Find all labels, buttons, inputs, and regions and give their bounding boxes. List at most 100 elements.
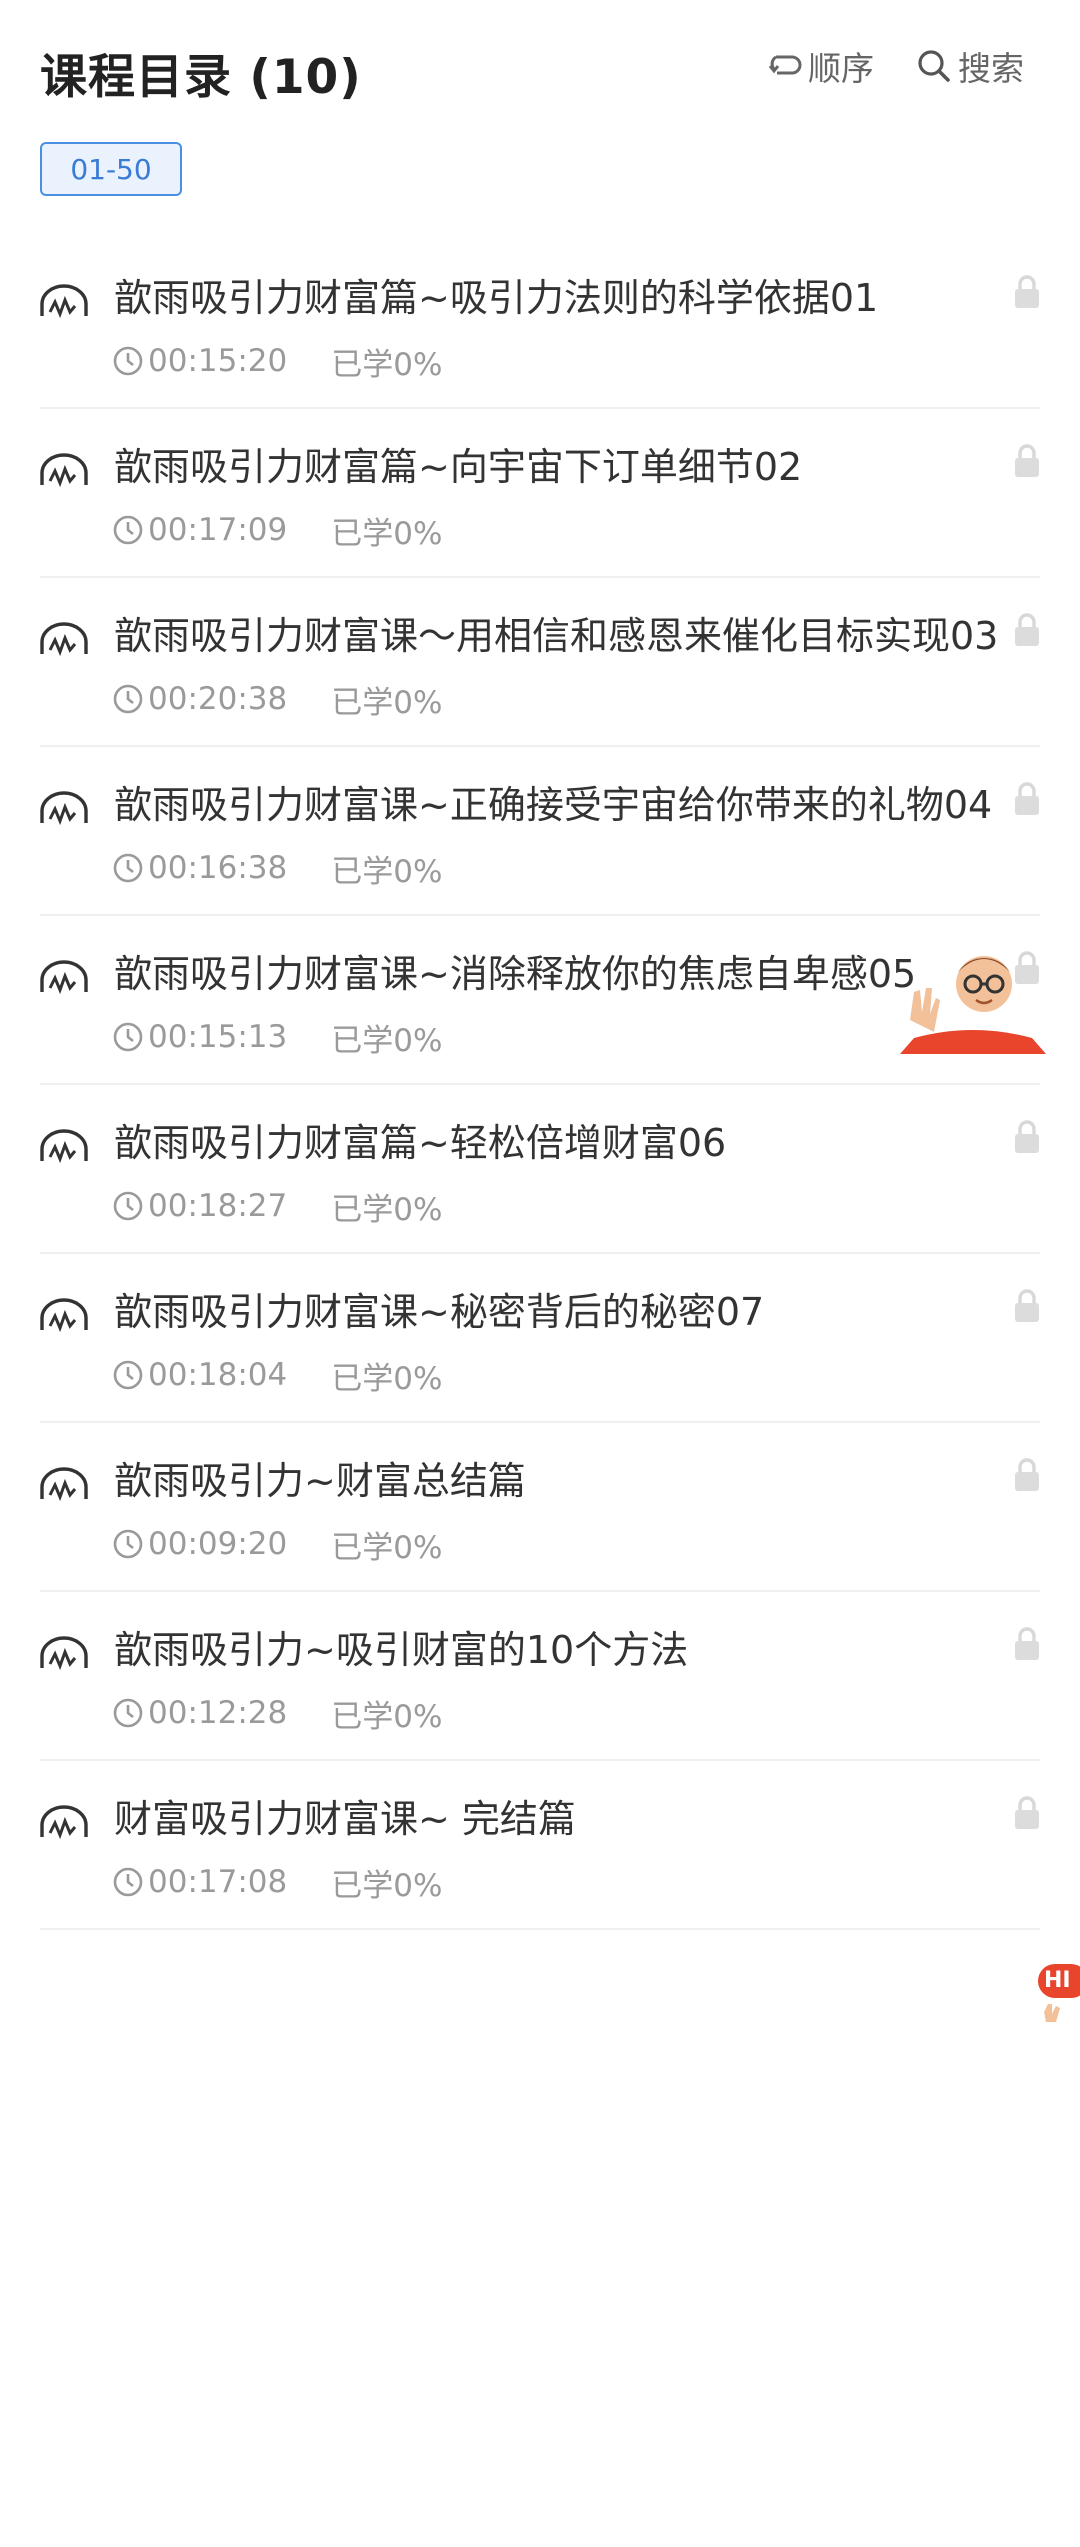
lesson-title: 财富吸引力财富课~ 完结篇: [114, 1797, 576, 1841]
lesson-item[interactable]: 歆雨吸引力财富篇~向宇宙下订单细节02 00:17:09 已学0%: [0, 409, 1080, 578]
lesson-title-row: 歆雨吸引力财富篇~吸引力法则的科学依据01: [0, 270, 1080, 327]
lesson-title-row: 歆雨吸引力财富篇~轻松倍增财富06: [0, 1115, 1080, 1172]
clock-icon: [113, 346, 143, 376]
clock-icon: [113, 1191, 143, 1221]
lesson-progress: 已学0%: [331, 1867, 443, 1904]
clock-icon: [113, 1867, 143, 1897]
lesson-item[interactable]: 歆雨吸引力财富课～用相信和感恩来催化目标实现03 00:20:38 已学0%: [0, 578, 1080, 747]
lesson-title: 歆雨吸引力~吸引财富的10个方法: [114, 1628, 689, 1672]
lesson-title-row: 财富吸引力财富课~ 完结篇: [0, 1791, 1080, 1848]
hi-badge[interactable]: HI: [1034, 1960, 1080, 2030]
hi-text: HI: [1044, 1968, 1071, 1993]
lesson-item[interactable]: 歆雨吸引力财富篇~轻松倍增财富06 00:18:27 已学0%: [0, 1085, 1080, 1254]
headphones-icon: [40, 453, 88, 488]
lesson-progress: 已学0%: [331, 515, 443, 552]
lesson-title-row: 歆雨吸引力~吸引财富的10个方法: [0, 1622, 1080, 1679]
lock-icon: [1015, 1289, 1039, 1322]
lesson-duration: 00:15:13: [148, 1019, 288, 1055]
lesson-duration: 00:18:04: [148, 1357, 288, 1393]
lock-icon: [1015, 1120, 1039, 1153]
lesson-item[interactable]: 歆雨吸引力财富课~秘密背后的秘密07 00:18:04 已学0%: [0, 1254, 1080, 1423]
lesson-progress: 已学0%: [331, 853, 443, 890]
order-label: 顺序: [808, 49, 874, 88]
headphones-icon: [40, 284, 88, 319]
lesson-progress: 已学0%: [331, 1698, 443, 1735]
headphones-icon: [40, 1636, 88, 1671]
lesson-duration: 00:12:28: [148, 1695, 288, 1731]
lesson-title: 歆雨吸引力财富课～用相信和感恩来催化目标实现03: [114, 614, 999, 658]
headphones-icon: [40, 622, 88, 657]
divider: [40, 1928, 1040, 1930]
lesson-item[interactable]: 财富吸引力财富课~ 完结篇 00:17:08 已学0%: [0, 1761, 1080, 1930]
search-icon: [918, 50, 950, 82]
headphones-icon: [40, 960, 88, 995]
lesson-progress: 已学0%: [331, 346, 443, 383]
refresh-icon: [768, 55, 802, 75]
lesson-title: 歆雨吸引力财富课~正确接受宇宙给你带来的礼物04: [114, 783, 993, 827]
headphones-icon: [40, 1129, 88, 1164]
lesson-item[interactable]: 歆雨吸引力财富篇~吸引力法则的科学依据01 00:15:20 已学0%: [0, 240, 1080, 409]
lesson-meta: 00:18:27 已学0%: [112, 1184, 1080, 1228]
lock-icon: [1015, 1458, 1039, 1491]
lesson-meta: 00:09:20 已学0%: [112, 1522, 1080, 1566]
clock-icon: [113, 515, 143, 545]
lock-icon: [1015, 613, 1039, 646]
lock-icon: [1015, 1796, 1039, 1829]
lesson-duration: 00:16:38: [148, 850, 288, 886]
clock-icon: [113, 1360, 143, 1390]
waving-avatar-icon: [900, 956, 1046, 1054]
lock-icon: [1015, 444, 1039, 477]
clock-icon: [113, 1698, 143, 1728]
lock-icon: [1015, 782, 1039, 815]
header: 课程目录 (10) 顺序 搜索: [0, 0, 1080, 140]
lesson-meta: 00:15:20 已学0%: [112, 339, 1080, 383]
lesson-progress: 已学0%: [331, 684, 443, 721]
lesson-duration: 00:17:08: [148, 1864, 288, 1900]
lesson-progress: 已学0%: [331, 1022, 443, 1059]
lesson-meta: 00:12:28 已学0%: [112, 1691, 1080, 1735]
lesson-title-row: 歆雨吸引力~财富总结篇: [0, 1453, 1080, 1510]
lesson-duration: 00:15:20: [148, 343, 288, 379]
lesson-duration: 00:18:27: [148, 1188, 288, 1224]
lesson-item[interactable]: 歆雨吸引力~财富总结篇 00:09:20 已学0%: [0, 1423, 1080, 1592]
lesson-title: 歆雨吸引力财富篇~轻松倍增财富06: [114, 1121, 727, 1165]
lesson-title-row: 歆雨吸引力财富课～用相信和感恩来催化目标实现03: [0, 608, 1080, 665]
lesson-title: 歆雨吸引力财富篇~向宇宙下订单细节02: [114, 445, 803, 489]
lesson-title-row: 歆雨吸引力财富课~正确接受宇宙给你带来的礼物04: [0, 777, 1080, 834]
headphones-icon: [40, 1298, 88, 1333]
clock-icon: [113, 1529, 143, 1559]
lesson-progress: 已学0%: [331, 1360, 443, 1397]
lesson-title: 歆雨吸引力财富课~秘密背后的秘密07: [114, 1290, 765, 1334]
range-tab-01-50[interactable]: 01-50: [40, 142, 182, 196]
lesson-meta: 00:17:09 已学0%: [112, 508, 1080, 552]
lesson-progress: 已学0%: [331, 1191, 443, 1228]
clock-icon: [113, 853, 143, 883]
lesson-progress: 已学0%: [331, 1529, 443, 1566]
lock-icon: [1015, 1627, 1039, 1660]
headphones-icon: [40, 1467, 88, 1502]
lesson-item[interactable]: 歆雨吸引力财富课~正确接受宇宙给你带来的礼物04 00:16:38 已学0%: [0, 747, 1080, 916]
search-label: 搜索: [958, 49, 1024, 88]
clock-icon: [113, 1022, 143, 1052]
lesson-title-row: 歆雨吸引力财富篇~向宇宙下订单细节02: [0, 439, 1080, 496]
lesson-meta: 00:20:38 已学0%: [112, 677, 1080, 721]
lock-icon: [1015, 275, 1039, 308]
headphones-icon: [40, 1805, 88, 1840]
lesson-item[interactable]: 歆雨吸引力~吸引财富的10个方法 00:12:28 已学0%: [0, 1592, 1080, 1761]
lesson-list: 歆雨吸引力财富篇~吸引力法则的科学依据01 00:15:20 已学0% 歆雨吸引…: [0, 240, 1080, 1930]
headphones-icon: [40, 791, 88, 826]
lesson-meta: 00:16:38 已学0%: [112, 846, 1080, 890]
lesson-duration: 00:20:38: [148, 681, 288, 717]
order-button[interactable]: 顺序: [768, 44, 874, 88]
lesson-title: 歆雨吸引力~财富总结篇: [114, 1459, 526, 1503]
page-title: 课程目录 (10): [40, 50, 362, 105]
lesson-title: 歆雨吸引力财富篇~吸引力法则的科学依据01: [114, 276, 879, 320]
lesson-title-row: 歆雨吸引力财富课~秘密背后的秘密07: [0, 1284, 1080, 1341]
lesson-duration: 00:17:09: [148, 512, 288, 548]
lesson-title: 歆雨吸引力财富课~消除释放你的焦虑自卑感05: [114, 952, 917, 996]
lesson-meta: 00:17:08 已学0%: [112, 1860, 1080, 1904]
lesson-meta: 00:18:04 已学0%: [112, 1353, 1080, 1397]
clock-icon: [113, 684, 143, 714]
search-button[interactable]: 搜索: [916, 44, 1024, 88]
lesson-duration: 00:09:20: [148, 1526, 288, 1562]
